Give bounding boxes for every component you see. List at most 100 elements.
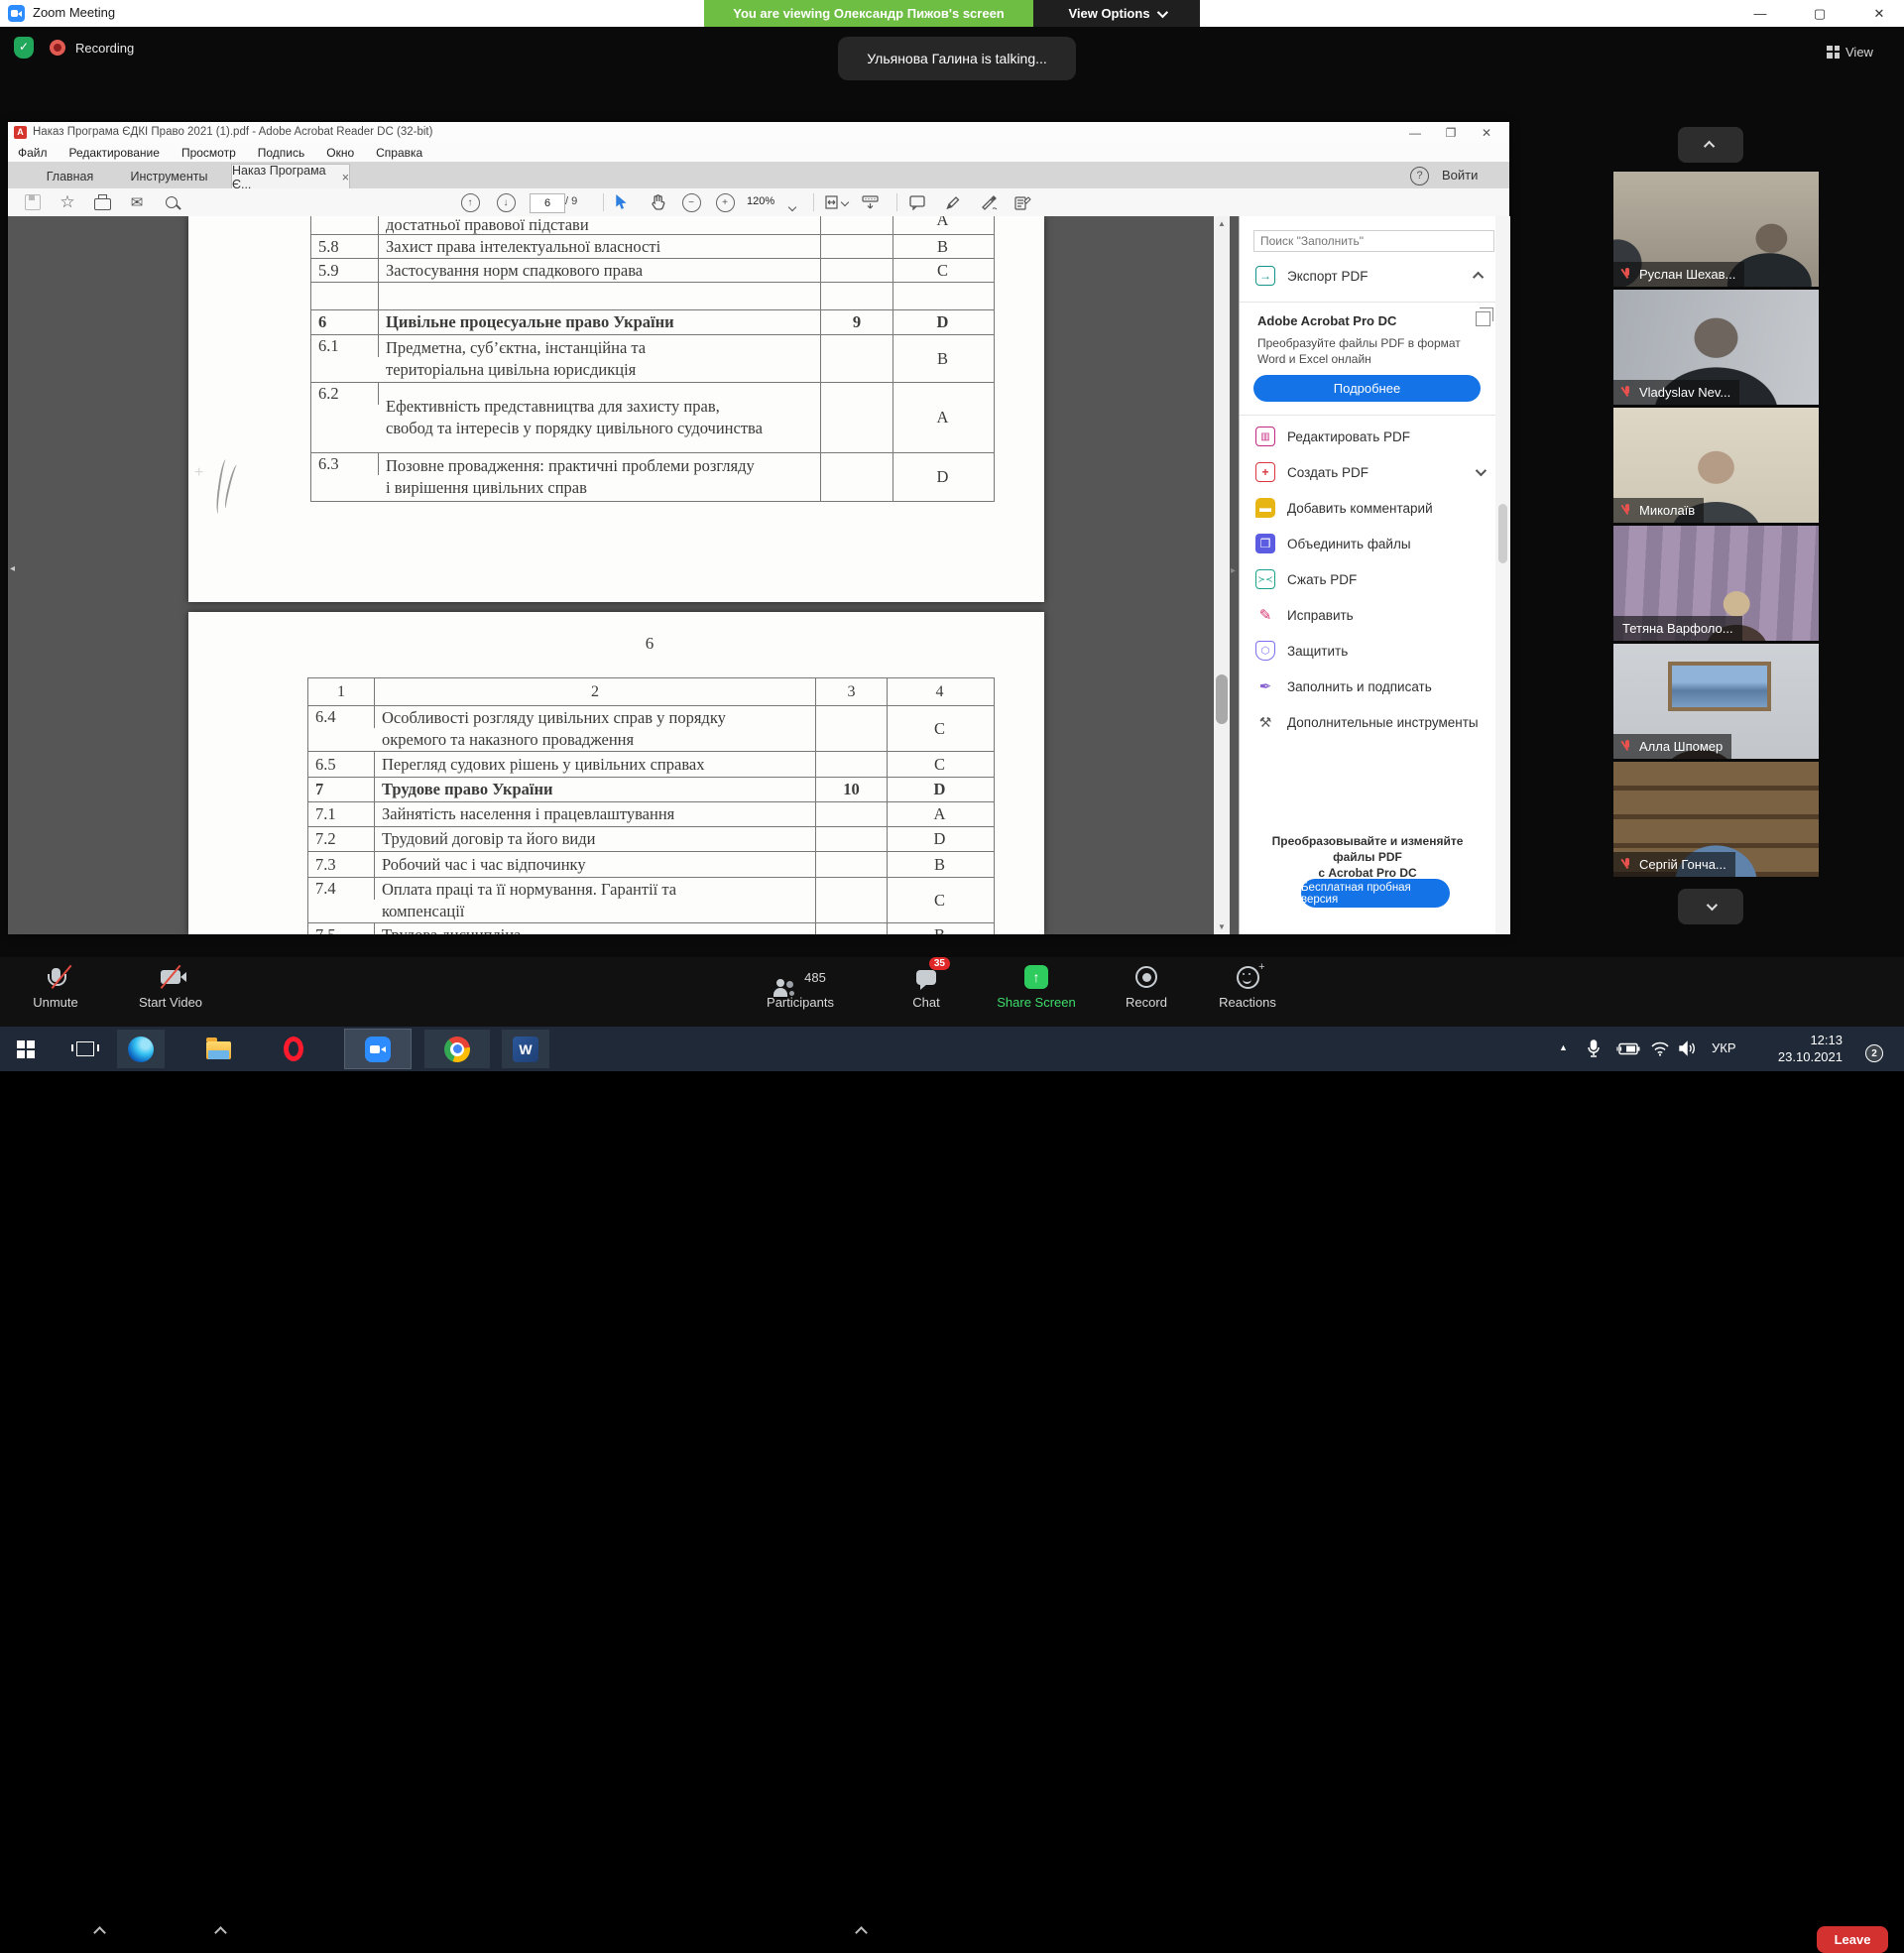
- tray-wifi-icon[interactable]: [1650, 1040, 1670, 1061]
- help-icon[interactable]: ?: [1410, 167, 1429, 185]
- panel-scrollbar[interactable]: [1495, 216, 1510, 934]
- tray-volume-icon[interactable]: [1678, 1040, 1698, 1061]
- menu-help[interactable]: Справка: [376, 146, 422, 160]
- save-icon[interactable]: [22, 192, 44, 212]
- start-button[interactable]: [2, 1030, 50, 1068]
- tool-edit-pdf[interactable]: ▥ Редактировать PDF: [1255, 427, 1484, 446]
- page-up-icon[interactable]: ↑: [459, 192, 481, 212]
- participant-video[interactable]: Алла Шпомер: [1613, 644, 1819, 759]
- chat-button[interactable]: 35 Chat: [900, 965, 952, 1010]
- tool-more-tools[interactable]: ⚒ Дополнительные инструменты: [1255, 712, 1484, 732]
- zoom-out-icon[interactable]: −: [680, 192, 702, 212]
- audio-options-caret[interactable]: [95, 1924, 104, 1942]
- menu-file[interactable]: Файл: [18, 146, 48, 160]
- chevron-up-icon[interactable]: [1473, 272, 1484, 283]
- menu-sign[interactable]: Подпись: [258, 146, 305, 160]
- taskbar-chrome[interactable]: [424, 1030, 490, 1068]
- tool-combine-files[interactable]: ❒ Объединить файлы: [1255, 534, 1484, 553]
- zoom-level-value[interactable]: 120%: [747, 195, 774, 207]
- scroll-up-icon[interactable]: ▲: [1218, 219, 1226, 228]
- acrobat-minimize-button[interactable]: —: [1398, 122, 1432, 144]
- start-video-button[interactable]: Start Video: [131, 965, 210, 1010]
- record-button[interactable]: Record: [1109, 965, 1184, 1010]
- participant-video[interactable]: Руслан Шехав...: [1613, 172, 1819, 287]
- participants-caret[interactable]: [857, 1924, 866, 1942]
- tool-compress-pdf[interactable]: ≻≺ Сжать PDF: [1255, 569, 1484, 589]
- taskbar-word[interactable]: W: [502, 1030, 549, 1068]
- view-layout-button[interactable]: View: [1827, 39, 1896, 64]
- participants-button[interactable]: 485 Participants: [756, 965, 845, 1010]
- export-pdf-tool[interactable]: → Экспорт PDF: [1255, 266, 1484, 286]
- panel-scrollbar-thumb[interactable]: [1498, 504, 1507, 563]
- reactions-button[interactable]: + Reactions: [1206, 965, 1289, 1010]
- zoom-level-dropdown-icon[interactable]: [789, 197, 795, 215]
- taskbar-file-explorer[interactable]: [194, 1030, 242, 1068]
- scrollbar-thumb[interactable]: [1216, 674, 1228, 724]
- panel-collapse-icon[interactable]: ▸: [1231, 565, 1236, 576]
- participant-video[interactable]: Vladyslav Nev...: [1613, 290, 1819, 405]
- select-tool-icon[interactable]: [611, 192, 633, 212]
- menu-window[interactable]: Окно: [326, 146, 354, 160]
- view-options-button[interactable]: View Options: [1033, 0, 1200, 27]
- participant-video[interactable]: Тетяна Варфоло...: [1613, 526, 1819, 641]
- page-down-icon[interactable]: ↓: [495, 192, 517, 212]
- comment-icon[interactable]: [906, 192, 928, 212]
- participants-scroll-down-button[interactable]: [1678, 889, 1743, 924]
- tray-clock[interactable]: 12:13 23.10.2021: [1755, 1032, 1843, 1065]
- sign-in-button[interactable]: Войти: [1442, 168, 1478, 183]
- mouse-cursor: +: [194, 464, 203, 482]
- tab-document[interactable]: Наказ Програма Є... ×: [231, 164, 350, 189]
- star-icon[interactable]: ☆: [57, 192, 78, 212]
- tools-search-input[interactable]: [1253, 230, 1494, 252]
- taskbar-opera[interactable]: [270, 1030, 317, 1068]
- taskbar-zoom[interactable]: [345, 1030, 411, 1068]
- tool-create-pdf[interactable]: + Создать PDF: [1255, 462, 1484, 482]
- acrobat-restore-button[interactable]: ❐: [1434, 122, 1468, 144]
- taskbar-edge[interactable]: [117, 1030, 165, 1068]
- learn-more-button[interactable]: Подробнее: [1253, 375, 1481, 402]
- close-button[interactable]: ✕: [1856, 0, 1902, 27]
- fit-width-icon[interactable]: [821, 192, 851, 212]
- fill-sign-icon[interactable]: [1012, 192, 1033, 212]
- chevron-down-icon[interactable]: [1476, 465, 1487, 476]
- tray-mic-icon[interactable]: [1587, 1039, 1601, 1063]
- maximize-button[interactable]: ▢: [1797, 0, 1843, 27]
- page-number-input[interactable]: [530, 193, 565, 213]
- unmute-button[interactable]: Unmute: [20, 965, 91, 1010]
- tool-add-comment[interactable]: ▬ Добавить комментарий: [1255, 498, 1484, 518]
- leave-button[interactable]: Leave: [1817, 1926, 1888, 1953]
- tab-home[interactable]: Главная: [28, 164, 112, 188]
- menu-edit[interactable]: Редактирование: [69, 146, 160, 160]
- tab-close-icon[interactable]: ×: [342, 171, 349, 184]
- tray-expand-icon[interactable]: ▲: [1559, 1042, 1568, 1052]
- security-shield-icon[interactable]: ✓: [14, 37, 34, 59]
- zoom-in-icon[interactable]: +: [714, 192, 736, 212]
- highlighter-icon[interactable]: [942, 192, 964, 212]
- print-icon[interactable]: [91, 192, 113, 212]
- nav-prev-icon[interactable]: ◂: [10, 563, 15, 574]
- tray-language[interactable]: УКР: [1712, 1040, 1736, 1055]
- participants-scroll-up-button[interactable]: [1678, 127, 1743, 163]
- tool-fix[interactable]: ✎ Исправить: [1255, 605, 1484, 625]
- tool-protect[interactable]: ⬡ Защитить: [1255, 641, 1484, 661]
- document-scrollbar[interactable]: [1214, 216, 1230, 934]
- menu-view[interactable]: Просмотр: [181, 146, 236, 160]
- tab-tools[interactable]: Инструменты: [117, 164, 221, 188]
- participant-video[interactable]: Сергій Гонча...: [1613, 762, 1819, 877]
- tool-fill-sign[interactable]: ✒ Заполнить и подписать: [1255, 676, 1484, 696]
- minimize-button[interactable]: —: [1737, 0, 1783, 27]
- search-icon[interactable]: [161, 192, 182, 212]
- scroll-down-icon[interactable]: ▼: [1218, 922, 1226, 931]
- sign-pen-icon[interactable]: [978, 192, 1000, 212]
- hand-tool-icon[interactable]: [647, 192, 668, 212]
- tray-battery-icon[interactable]: [1616, 1042, 1640, 1060]
- free-trial-button[interactable]: Бесплатная пробная версия: [1301, 879, 1450, 908]
- task-view-button[interactable]: [61, 1030, 109, 1068]
- participant-video[interactable]: Миколаїв: [1613, 408, 1819, 523]
- acrobat-close-button[interactable]: ✕: [1470, 122, 1503, 144]
- email-icon[interactable]: ✉: [126, 192, 148, 212]
- share-screen-button[interactable]: ↑ Share Screen: [990, 965, 1083, 1010]
- video-options-caret[interactable]: [216, 1924, 225, 1942]
- fix-pen-icon: ✎: [1255, 605, 1275, 625]
- toolbar-presets-icon[interactable]: [859, 192, 881, 212]
